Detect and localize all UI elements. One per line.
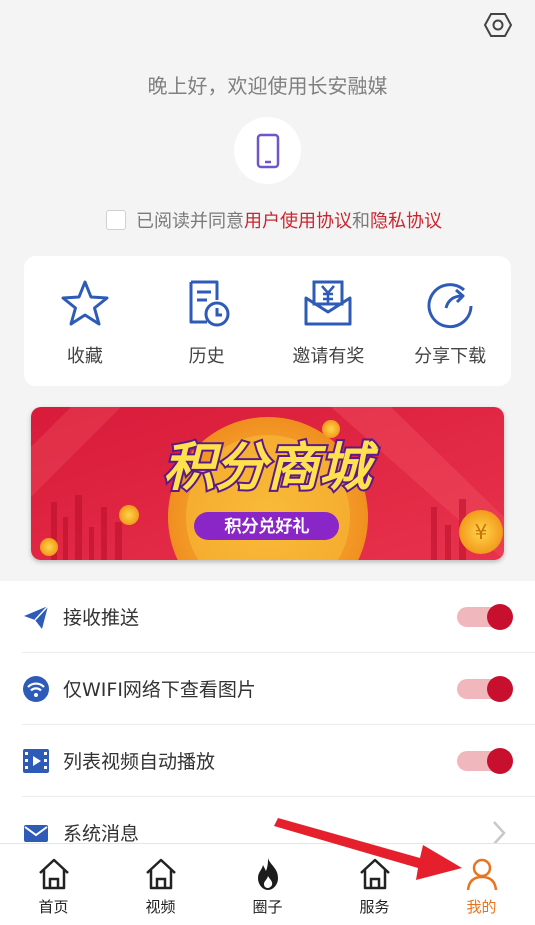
gear-icon — [483, 13, 513, 37]
tab-label: 我的 — [466, 898, 497, 916]
quick-action-share[interactable]: 分享下载 — [389, 256, 511, 386]
video-icon — [23, 748, 49, 773]
quick-action-label: 历史 — [188, 346, 225, 367]
share-download-icon — [427, 283, 473, 329]
wifi-images-toggle[interactable] — [457, 675, 513, 702]
user-agreement-link[interactable]: 用户使用协议 — [244, 207, 352, 233]
tab-video[interactable]: 视频 — [107, 844, 214, 925]
paper-plane-icon — [24, 604, 49, 629]
tab-label: 服务 — [359, 898, 390, 916]
setting-label: 系统消息 — [63, 823, 140, 845]
service-icon — [359, 858, 390, 890]
agreement-checkbox[interactable] — [106, 210, 126, 230]
quick-action-label: 邀请有奖 — [292, 346, 365, 367]
quick-action-favorites[interactable]: 收藏 — [24, 256, 146, 386]
setting-label: 列表视频自动播放 — [63, 751, 216, 773]
star-icon — [61, 280, 109, 326]
phone-login-button[interactable] — [234, 117, 301, 184]
tab-label: 圈子 — [252, 898, 283, 916]
quick-action-label: 收藏 — [66, 346, 103, 367]
quick-action-label: 分享下载 — [414, 346, 487, 367]
tab-label: 视频 — [145, 898, 176, 916]
setting-label: 接收推送 — [63, 607, 140, 629]
user-icon — [466, 858, 497, 891]
banner-graphic: ¥ 积分商城 积分兑好礼 — [31, 407, 504, 560]
invite-reward-icon — [304, 280, 352, 326]
history-icon — [189, 280, 230, 327]
settings-gear-button[interactable] — [483, 10, 513, 40]
tab-mine[interactable]: 我的 — [428, 844, 535, 925]
setting-label: 仅WIFI网络下查看图片 — [63, 679, 256, 701]
quick-actions-card: 收藏 历史 邀请有奖 分享下载 — [24, 256, 511, 386]
quick-action-history[interactable]: 历史 — [146, 256, 268, 386]
agreement-and: 和 — [352, 211, 370, 232]
agreement-prefix: 已阅读并同意 — [136, 211, 244, 232]
banner-title: 积分商城 — [163, 438, 379, 498]
flame-icon — [257, 858, 278, 890]
setting-row-push: 接收推送 — [0, 581, 535, 652]
tab-home[interactable]: 首页 — [0, 844, 107, 925]
tab-label: 首页 — [38, 898, 69, 916]
agreement-row: 已阅读并同意 用户使用协议 和 隐私协议 — [106, 207, 442, 233]
greeting-text: 晚上好，欢迎使用长安融媒 — [147, 74, 388, 98]
tab-service[interactable]: 服务 — [321, 844, 428, 925]
wifi-icon — [23, 675, 49, 702]
video-autoplay-toggle[interactable] — [457, 747, 513, 774]
tab-circle[interactable]: 圈子 — [214, 844, 321, 925]
points-mall-banner[interactable]: ¥ 积分商城 积分兑好礼 — [31, 407, 504, 560]
settings-list: 接收推送 仅WIFI网络下查看图片 列表视频自动播放 系统消息 — [0, 581, 535, 845]
setting-row-autoplay: 列表视频自动播放 — [0, 725, 535, 796]
banner-subtitle: 积分兑好礼 — [225, 516, 310, 537]
svg-text:¥: ¥ — [475, 520, 488, 544]
setting-row-wifi: 仅WIFI网络下查看图片 — [0, 653, 535, 724]
bottom-tab-bar: 首页 视频 圈子 服务 我的 — [0, 843, 535, 925]
privacy-policy-link[interactable]: 隐私协议 — [370, 207, 442, 233]
quick-action-invite[interactable]: 邀请有奖 — [268, 256, 390, 386]
push-toggle[interactable] — [457, 603, 513, 630]
video-home-icon — [145, 858, 176, 890]
home-icon — [38, 858, 69, 890]
phone-icon — [256, 133, 279, 168]
